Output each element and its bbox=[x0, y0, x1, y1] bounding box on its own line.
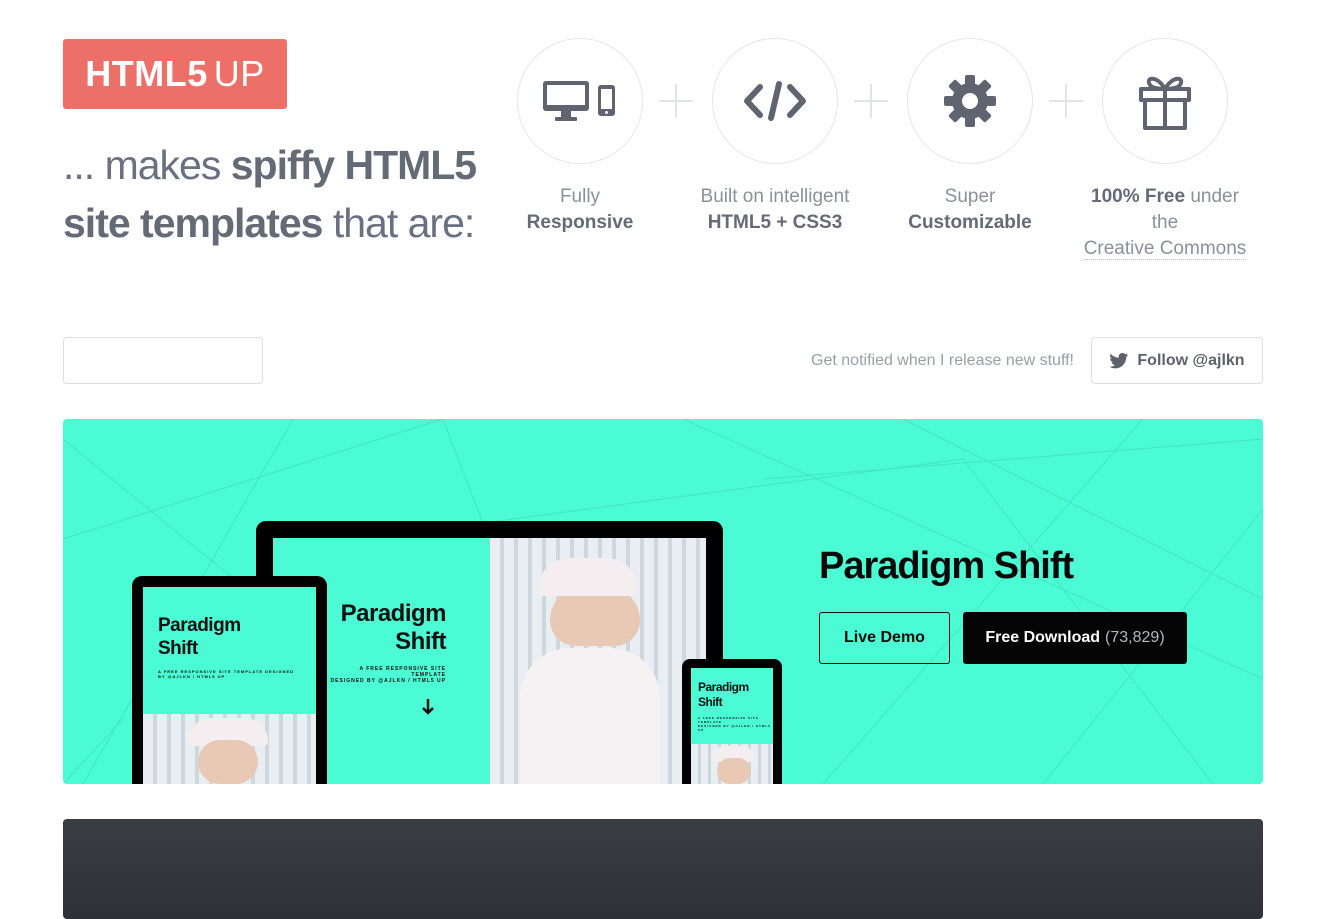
mock-subtitle-line1: A FREE RESPONSIVE SITE TEMPLATE bbox=[359, 666, 446, 678]
desktop-mobile-icon bbox=[543, 81, 615, 121]
feature-circle bbox=[517, 38, 643, 164]
feature-line1: Built on intelligent bbox=[700, 186, 850, 207]
mock-subtitle-line2: BY @AJLKN / HTML5 UP bbox=[158, 674, 226, 679]
gift-icon bbox=[1139, 76, 1191, 130]
mock-subtitle: A FREE RESPONSIVE SITE TEMPLATE DESIGNED… bbox=[698, 716, 773, 732]
code-icon bbox=[744, 81, 806, 121]
logo-bold: HTML5 bbox=[85, 53, 208, 94]
mock-title-line2: Shift bbox=[698, 695, 723, 709]
feature-caption: Built on intelligent HTML5 + CSS3 bbox=[690, 184, 860, 236]
download-label: Free Download bbox=[985, 629, 1101, 646]
mock-subtitle-line2: DESIGNED BY @AJLKN / HTML5 UP bbox=[698, 724, 771, 732]
phone-screen: Paradigm Shift A FREE RESPONSIVE SITE TE… bbox=[691, 668, 773, 784]
phone-mockup: Paradigm Shift A FREE RESPONSIVE SITE TE… bbox=[682, 659, 782, 784]
feature-circle bbox=[907, 38, 1033, 164]
logo-light: UP bbox=[213, 53, 265, 94]
feature-customizable: Super Customizable bbox=[885, 38, 1055, 236]
feature-line2: HTML5 + CSS3 bbox=[707, 212, 843, 233]
follow-label: Follow @ajlkn bbox=[1137, 351, 1245, 369]
follow-button[interactable]: Follow @ajlkn bbox=[1091, 337, 1263, 384]
featured-template-card[interactable]: Paradigm Shift A FREE RESPONSIVE SITE TE… bbox=[63, 419, 1263, 784]
search-input[interactable] bbox=[63, 337, 263, 384]
feature-circle bbox=[712, 38, 838, 164]
feature-line2: Responsive bbox=[526, 212, 634, 233]
mock-photo bbox=[490, 538, 706, 784]
mock-title: Paradigm Shift bbox=[698, 680, 749, 710]
tagline-bold1: spiffy HTML5 bbox=[230, 142, 477, 188]
feature-bold: 100% Free bbox=[1091, 186, 1186, 207]
feature-responsive: Fully Responsive bbox=[495, 38, 665, 236]
mock-subtitle-line2: DESIGNED BY @AJLKN / HTML5 UP bbox=[330, 678, 446, 684]
live-demo-button[interactable]: Live Demo bbox=[819, 612, 950, 664]
mock-title-line1: Paradigm bbox=[698, 680, 749, 694]
creative-commons-link[interactable]: Creative Commons bbox=[1083, 238, 1247, 260]
desktop-screen: Paradigm Shift A FREE RESPONSIVE SITE TE… bbox=[273, 538, 706, 784]
tablet-mockup: Paradigm Shift A FREE RESPONSIVE SITE TE… bbox=[132, 576, 327, 784]
plus-separator bbox=[659, 84, 693, 118]
download-count: (73,829) bbox=[1105, 629, 1165, 646]
arrow-down-icon bbox=[422, 699, 434, 715]
feature-line2: Customizable bbox=[908, 212, 1032, 233]
mock-title-line2: Shift bbox=[158, 638, 198, 659]
mock-title-line2: Shift bbox=[395, 628, 446, 655]
next-template-card[interactable] bbox=[63, 819, 1263, 919]
mock-title: Paradigm Shift bbox=[340, 600, 447, 656]
feature-line1: Fully bbox=[559, 186, 601, 207]
feature-caption: Super Customizable bbox=[885, 184, 1055, 236]
mock-subtitle: A FREE RESPONSIVE SITE TEMPLATE DESIGNED… bbox=[326, 666, 446, 684]
feature-free: 100% Free under the Creative Commons bbox=[1080, 38, 1250, 262]
mock-photo bbox=[143, 714, 316, 784]
mock-photo bbox=[691, 744, 773, 784]
plus-separator bbox=[1049, 84, 1083, 118]
plus-separator bbox=[854, 84, 888, 118]
tagline-part1: ... makes bbox=[63, 142, 231, 188]
tagline: ... makes spiffy HTML5 site templates th… bbox=[63, 136, 483, 252]
gear-icon bbox=[944, 75, 996, 127]
feature-circle bbox=[1102, 38, 1228, 164]
site-logo[interactable]: HTML5 UP bbox=[63, 39, 287, 109]
tagline-part2: that are: bbox=[322, 200, 475, 246]
mock-title: Paradigm Shift bbox=[158, 614, 241, 660]
mock-title-line1: Paradigm bbox=[340, 600, 447, 627]
template-title[interactable]: Paradigm Shift bbox=[819, 545, 1074, 588]
twitter-icon bbox=[1109, 352, 1129, 368]
feature-line1: Super bbox=[944, 186, 996, 207]
feature-html5: Built on intelligent HTML5 + CSS3 bbox=[690, 38, 860, 236]
free-download-button[interactable]: Free Download (73,829) bbox=[963, 612, 1187, 664]
mock-subtitle-line1: A FREE RESPONSIVE SITE TEMPLATE bbox=[698, 716, 759, 724]
notify-text: Get notified when I release new stuff! bbox=[811, 352, 1074, 369]
feature-caption: Fully Responsive bbox=[495, 184, 665, 236]
feature-caption: 100% Free under the Creative Commons bbox=[1080, 184, 1250, 262]
mock-title-line1: Paradigm bbox=[158, 615, 241, 636]
tablet-screen: Paradigm Shift A FREE RESPONSIVE SITE TE… bbox=[143, 587, 316, 784]
tagline-bold2: site templates bbox=[63, 200, 323, 246]
mock-subtitle: A FREE RESPONSIVE SITE TEMPLATE DESIGNED… bbox=[158, 669, 294, 679]
